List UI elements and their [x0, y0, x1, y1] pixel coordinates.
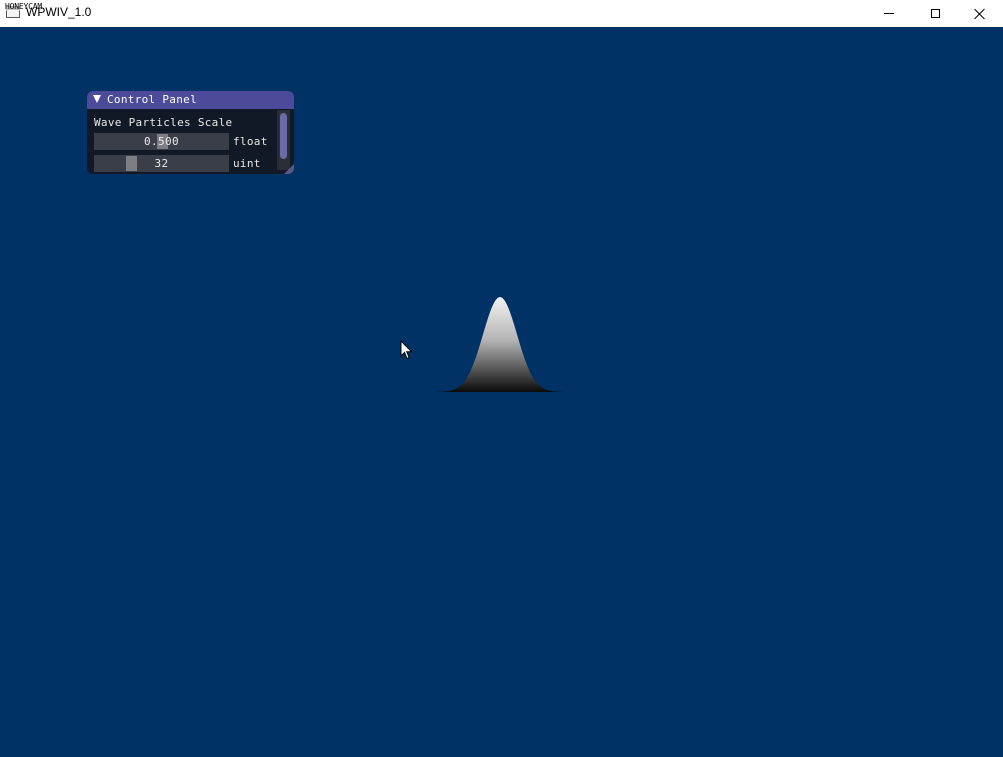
panel-scrollbar[interactable]	[277, 110, 290, 170]
float-type-label: float	[233, 135, 268, 148]
section-label: Wave Particles Scale	[94, 116, 233, 129]
close-icon	[974, 8, 986, 20]
scrollbar-thumb[interactable]	[280, 113, 287, 159]
minimize-icon	[884, 13, 894, 14]
close-button[interactable]	[957, 0, 1003, 27]
float-slider[interactable]: 0.500	[94, 133, 229, 150]
maximize-icon	[930, 9, 940, 18]
maximize-button[interactable]	[912, 0, 958, 27]
control-panel[interactable]: Control Panel Wave Particles Scale 0.500…	[87, 91, 294, 174]
float-slider-value: 0.500	[143, 135, 180, 148]
title-bar[interactable]: HONEYCAM WPWIV_1.0	[0, 0, 1003, 27]
control-panel-title: Control Panel	[107, 93, 197, 106]
render-viewport[interactable]: Control Panel Wave Particles Scale 0.500…	[0, 27, 1003, 757]
wave-surface	[434, 297, 566, 392]
uint-slider[interactable]: 32	[94, 155, 229, 172]
uint-slider-value: 32	[154, 157, 169, 170]
wave-particle-mesh	[434, 297, 566, 392]
uint-type-label: uint	[233, 157, 261, 170]
collapse-arrow-icon[interactable]	[93, 95, 101, 103]
minimize-button[interactable]	[866, 0, 912, 27]
resize-grip-icon[interactable]	[284, 164, 294, 174]
control-panel-header[interactable]: Control Panel	[87, 91, 294, 109]
window-title: WPWIV_1.0	[26, 5, 92, 19]
mouse-cursor-icon	[400, 340, 413, 360]
app-window: HONEYCAM WPWIV_1.0 Control Panel Wave Pa…	[0, 0, 1003, 757]
